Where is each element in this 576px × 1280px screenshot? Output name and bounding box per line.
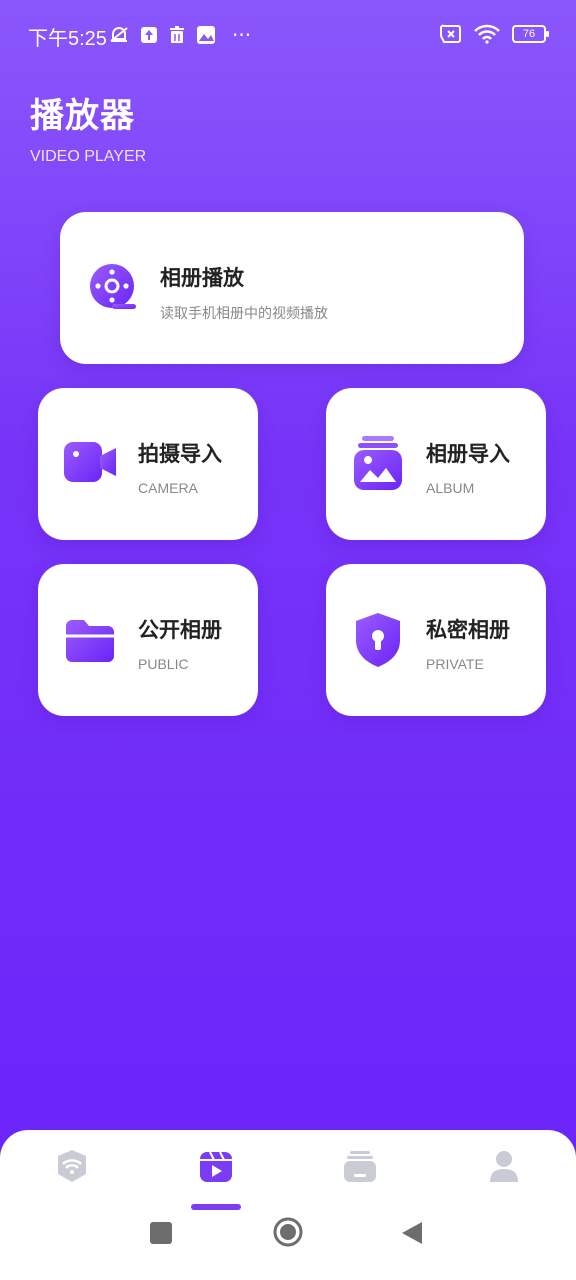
film-reel-icon bbox=[90, 264, 136, 309]
mute-bell-icon bbox=[110, 27, 128, 42]
video-camera-icon bbox=[64, 442, 116, 482]
card-subtitle: PUBLIC bbox=[138, 656, 189, 672]
status-bar: 下午5:25 ··· 76 bbox=[0, 0, 576, 72]
card-subtitle: PRIVATE bbox=[426, 656, 484, 672]
video-clapper-icon[interactable] bbox=[196, 1146, 236, 1186]
album-import-card[interactable]: 相册导入 ALBUM bbox=[326, 388, 546, 540]
image-app-icon bbox=[197, 26, 215, 44]
public-album-card[interactable]: 公开相册 PUBLIC bbox=[38, 564, 258, 716]
card-title: 公开相册 bbox=[138, 618, 222, 642]
home-button[interactable] bbox=[272, 1216, 304, 1248]
album-play-card[interactable]: 相册播放 读取手机相册中的视频播放 bbox=[60, 212, 524, 364]
page-subtitle: VIDEO PLAYER bbox=[30, 148, 147, 165]
camera-import-card[interactable]: 拍摄导入 CAMERA bbox=[38, 388, 258, 540]
card-subtitle: ALBUM bbox=[426, 480, 475, 496]
wifi-signal-icon bbox=[474, 24, 500, 44]
folder-icon bbox=[66, 620, 114, 662]
wifi-icon[interactable] bbox=[52, 1146, 92, 1186]
card-title: 拍摄导入 bbox=[138, 442, 222, 466]
no-sim-icon bbox=[440, 24, 461, 43]
status-time: 下午5:25 bbox=[28, 28, 107, 50]
more-notifications-icon: ··· bbox=[232, 23, 252, 47]
page-title: 播放器 bbox=[30, 96, 135, 136]
upload-icon bbox=[141, 27, 157, 43]
active-tab-indicator bbox=[191, 1204, 241, 1210]
shield-lock-icon bbox=[356, 613, 400, 667]
private-album-card[interactable]: 私密相册 PRIVATE bbox=[326, 564, 546, 716]
card-title: 私密相册 bbox=[426, 618, 510, 642]
trash-icon bbox=[170, 26, 184, 43]
recents-button[interactable] bbox=[150, 1222, 172, 1244]
battery-indicator: 76 bbox=[512, 25, 549, 43]
photo-album-icon bbox=[354, 436, 402, 490]
card-subtitle: 读取手机相册中的视频播放 bbox=[160, 305, 328, 321]
stack-icon[interactable] bbox=[340, 1146, 380, 1186]
back-button[interactable] bbox=[400, 1220, 424, 1246]
card-subtitle: CAMERA bbox=[138, 480, 198, 496]
user-icon[interactable] bbox=[484, 1146, 524, 1186]
card-title: 相册播放 bbox=[160, 266, 244, 290]
bottom-navigation bbox=[0, 1130, 576, 1280]
card-title: 相册导入 bbox=[426, 442, 510, 466]
